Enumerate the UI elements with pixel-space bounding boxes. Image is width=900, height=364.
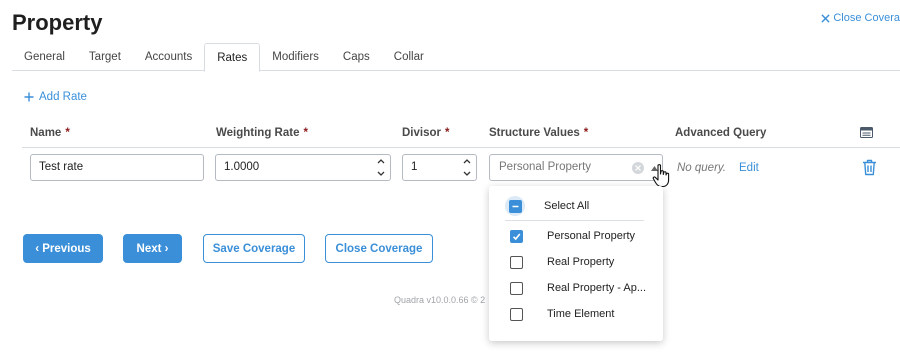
- column-header-name: Name *: [30, 127, 70, 139]
- tab-general[interactable]: General: [12, 43, 77, 71]
- structure-values-dropdown: Select All Personal Property Real Proper…: [489, 186, 663, 341]
- column-header-weighting-rate-label: Weighting Rate: [216, 127, 300, 139]
- tab-target[interactable]: Target: [77, 43, 133, 71]
- close-coverage-button[interactable]: Close Coverage: [325, 234, 433, 263]
- add-rate-button[interactable]: Add Rate: [24, 91, 87, 103]
- column-header-structure-values: Structure Values *: [489, 127, 588, 139]
- tab-caps[interactable]: Caps: [331, 43, 382, 71]
- required-marker: *: [65, 127, 70, 139]
- column-header-structure-values-label: Structure Values: [489, 127, 580, 139]
- option-checkbox[interactable]: [510, 255, 523, 269]
- add-rate-label: Add Rate: [39, 91, 87, 103]
- trash-icon[interactable]: [862, 159, 877, 176]
- required-marker: *: [445, 127, 450, 139]
- close-x-icon: [821, 13, 830, 23]
- option-label: Real Property: [547, 256, 615, 268]
- rate-name-input[interactable]: Test rate: [30, 154, 204, 181]
- spinner-down-icon[interactable]: [463, 171, 471, 177]
- required-marker: *: [303, 127, 308, 139]
- weighting-rate-input[interactable]: 1.0000: [215, 154, 391, 181]
- column-header-weighting-rate: Weighting Rate *: [216, 127, 308, 139]
- tab-bar: General Target Accounts Rates Modifiers …: [12, 43, 900, 72]
- structure-values-select[interactable]: Personal Property: [489, 154, 663, 181]
- page-title: Property: [12, 10, 103, 35]
- required-marker: *: [583, 127, 589, 139]
- option-time-element[interactable]: Time Element: [489, 301, 663, 327]
- next-button[interactable]: Next ›: [123, 234, 182, 263]
- option-personal-property[interactable]: Personal Property: [489, 223, 663, 249]
- option-label: Time Element: [547, 308, 615, 320]
- version-footer: Quadra v10.0.0.66 © 2: [394, 295, 486, 305]
- check-icon[interactable]: [510, 229, 523, 243]
- weighting-rate-spinner[interactable]: [377, 158, 385, 177]
- select-all-label: Select All: [544, 200, 590, 212]
- column-header-divisor-label: Divisor: [402, 127, 441, 139]
- column-header-advanced-query: Advanced Query: [675, 127, 767, 139]
- structure-values-placeholder: Personal Property: [499, 161, 592, 173]
- option-label: Real Property - Ap...: [547, 282, 647, 294]
- option-real-property-ap[interactable]: Real Property - Ap...: [489, 275, 663, 301]
- divisor-input[interactable]: 1: [402, 154, 477, 181]
- option-real-property[interactable]: Real Property: [489, 249, 663, 275]
- option-checkbox[interactable]: [510, 307, 523, 321]
- rates-table-header: Name * Weighting Rate * Divisor * Structure…: [22, 120, 900, 148]
- column-header-name-label: Name: [30, 127, 62, 139]
- column-header-divisor: Divisor *: [402, 127, 449, 139]
- minus-icon: [508, 199, 522, 213]
- dropdown-divider: [505, 220, 644, 221]
- tab-collar[interactable]: Collar: [382, 43, 436, 71]
- spinner-up-icon[interactable]: [377, 158, 385, 164]
- spinner-down-icon[interactable]: [377, 171, 385, 177]
- tab-modifiers[interactable]: Modifiers: [260, 43, 331, 71]
- spinner-up-icon[interactable]: [463, 158, 471, 164]
- edit-query-link[interactable]: Edit: [739, 162, 759, 174]
- plus-icon: [24, 92, 34, 102]
- select-all-checkbox[interactable]: [505, 196, 525, 216]
- divisor-value: 1: [411, 161, 418, 173]
- divisor-spinner[interactable]: [463, 158, 471, 177]
- close-coverage-link[interactable]: Close Covera: [821, 12, 900, 24]
- clear-icon[interactable]: [632, 162, 644, 174]
- advanced-query-status: No query.: [677, 162, 727, 174]
- close-coverage-link-label: Close Covera: [833, 12, 900, 24]
- weighting-rate-value: 1.0000: [224, 161, 260, 173]
- tab-rates[interactable]: Rates: [204, 43, 261, 72]
- table-settings-icon[interactable]: [860, 127, 873, 138]
- option-checkbox[interactable]: [510, 281, 523, 295]
- tab-accounts[interactable]: Accounts: [133, 43, 204, 71]
- previous-button[interactable]: ‹ Previous: [23, 234, 103, 263]
- option-label: Personal Property: [547, 230, 636, 242]
- select-all-option[interactable]: Select All: [489, 193, 663, 219]
- save-coverage-button[interactable]: Save Coverage: [203, 234, 305, 263]
